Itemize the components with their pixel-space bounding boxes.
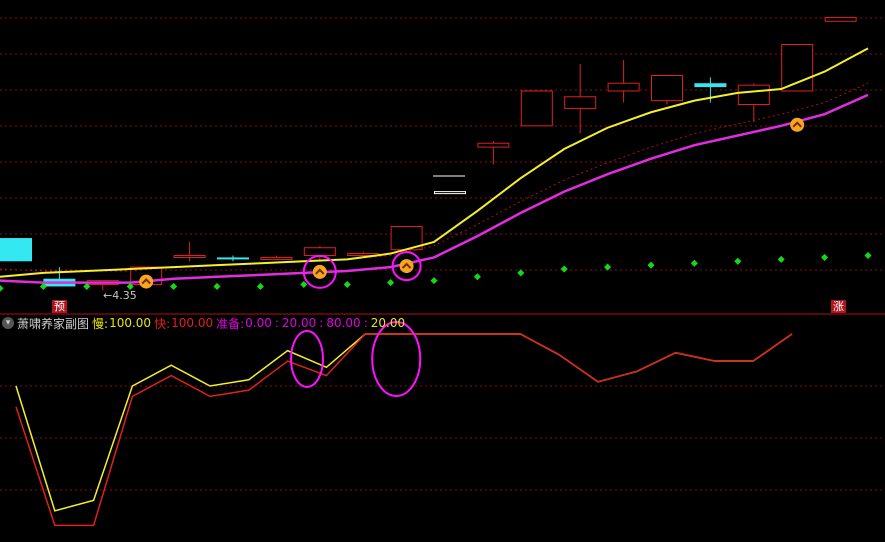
- sub-highlight-circle: [371, 320, 422, 397]
- signal-up-icon: [139, 274, 154, 289]
- green-dot: [690, 259, 698, 267]
- slow-value: 100.00: [109, 316, 152, 330]
- slow-label: 慢:: [92, 316, 109, 331]
- candle-body: [434, 191, 466, 195]
- green-dot: [517, 269, 525, 277]
- low-price-label: ←4.35: [103, 289, 137, 302]
- zhang-tag: 涨: [831, 300, 846, 313]
- green-dot: [777, 255, 785, 263]
- yu-tag: 预: [52, 300, 67, 313]
- green-dot: [430, 277, 438, 285]
- fast-indicator-line: [15, 333, 793, 527]
- signal-up-icon: [399, 259, 414, 274]
- slow-line: [0, 47, 869, 278]
- candle-body: [564, 96, 597, 109]
- signal-up-icon: [312, 264, 327, 279]
- green-dot: [647, 261, 655, 269]
- candle-body: [781, 44, 814, 92]
- prep-value-2: 20.00: [281, 316, 317, 330]
- chevron-down-icon[interactable]: ▾: [2, 317, 14, 329]
- sub-indicator-lines: [15, 333, 793, 527]
- candle-body: [0, 238, 32, 262]
- green-dot: [213, 282, 221, 290]
- green-dot: [170, 282, 178, 290]
- candle-body: [824, 16, 857, 22]
- candle-body: [694, 83, 727, 88]
- green-dot: [734, 257, 742, 265]
- main-chart-gridlines: [0, 17, 885, 271]
- prep-value-1: 0.00: [245, 316, 272, 330]
- green-dot: [256, 282, 264, 290]
- candle-body: [607, 82, 640, 92]
- candle-body: [520, 90, 553, 127]
- sub-highlight-circles: [290, 320, 422, 397]
- green-dot: [473, 273, 481, 281]
- green-dot: [343, 280, 351, 289]
- fast-label: 快:: [154, 316, 171, 331]
- candle-body: [737, 84, 770, 106]
- indicator-name[interactable]: 萧啸养家副图: [17, 315, 89, 332]
- separator: :: [363, 316, 368, 330]
- separator: :: [319, 316, 324, 330]
- green-dot: [821, 253, 829, 261]
- candle-body: [217, 257, 249, 260]
- candle-body: [173, 254, 206, 258]
- candle-body: [477, 142, 510, 148]
- green-dot: [387, 279, 395, 287]
- candle-body: [651, 74, 683, 102]
- stock-chart-canvas[interactable]: [0, 0, 885, 542]
- sub-chart-gridlines: [0, 385, 885, 491]
- slow-indicator-line: [15, 333, 793, 512]
- moving-average-lines: [0, 47, 869, 284]
- fast-line: [0, 93, 869, 284]
- separator: :: [274, 316, 279, 330]
- signal-up-icon: [790, 117, 805, 132]
- prep-value-4: 20.00: [370, 316, 406, 330]
- candle-body: [260, 256, 293, 260]
- green-dot: [560, 265, 568, 273]
- candle-body: [303, 247, 336, 256]
- green-dot: [864, 251, 872, 260]
- fast-value: 100.00: [171, 316, 214, 330]
- indicator-header: ▾ 萧啸养家副图 慢: 100.00 快: 100.00 准备: 0.00 : …: [0, 314, 408, 332]
- candlestick-series: [0, 16, 857, 291]
- prep-label: 准备:: [216, 316, 245, 331]
- prep-value-3: 80.00: [326, 316, 361, 330]
- green-dot: [0, 284, 4, 292]
